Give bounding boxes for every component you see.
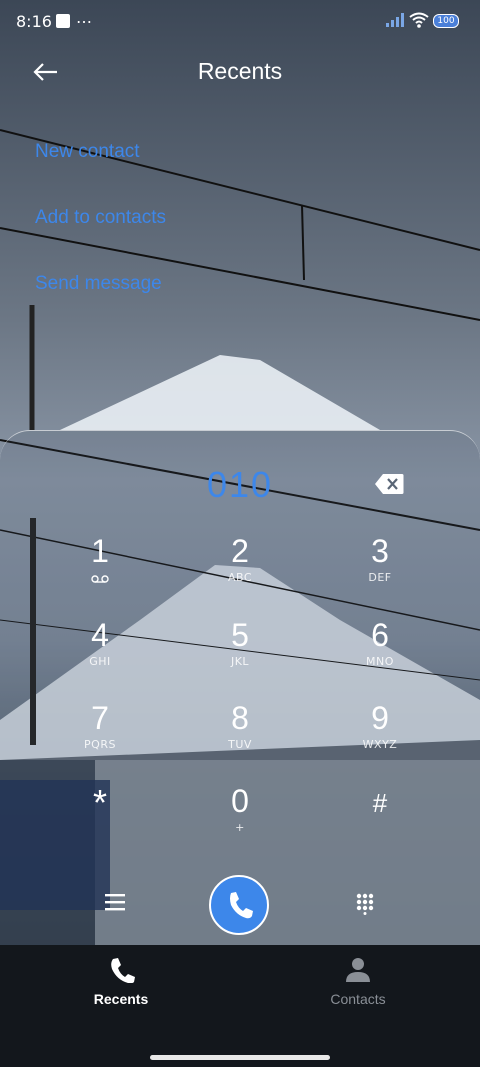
backspace-icon[interactable]	[374, 473, 404, 495]
key-letters: ABC	[227, 571, 253, 584]
key-digit: 3	[371, 533, 389, 569]
send-message-link[interactable]: Send message	[35, 273, 162, 295]
dialed-number: 010	[206, 464, 274, 505]
phone-icon	[230, 892, 253, 919]
bottom-navigation: Recents Contacts	[0, 945, 480, 1067]
app-header: Recents	[0, 50, 480, 94]
page-title: Recents	[197, 58, 283, 84]
key-9[interactable]: 9 WXYZ	[340, 700, 420, 770]
key-digit: *	[92, 782, 107, 823]
key-letters: +	[235, 821, 245, 834]
status-time: 8:16	[16, 12, 52, 31]
tab-contacts[interactable]: Contacts	[298, 955, 418, 1007]
key-7[interactable]: 7 PQRS	[60, 700, 140, 770]
status-bar: 8:16 … 100	[0, 0, 480, 44]
key-digit: 6	[371, 617, 389, 653]
key-5[interactable]: 5 JKL	[200, 617, 280, 687]
signal-icon	[386, 13, 404, 27]
key-digit: 1	[91, 533, 109, 569]
more-notifications-icon: …	[76, 8, 92, 27]
key-letters: GHI	[89, 655, 111, 668]
key-digit: 7	[91, 700, 109, 736]
key-digit: 0	[231, 783, 249, 819]
key-letters: PQRS	[84, 738, 116, 751]
key-8[interactable]: 8 TUV	[200, 700, 280, 770]
call-button[interactable]	[209, 875, 269, 935]
key-digit: 2	[231, 533, 249, 569]
phone-icon	[111, 958, 135, 984]
key-digit: 5	[231, 617, 249, 653]
key-letters: JKL	[230, 655, 250, 668]
tab-contacts-label: Contacts	[330, 991, 386, 1007]
key-digit: 9	[371, 700, 389, 736]
home-indicator[interactable]	[150, 1055, 330, 1060]
key-digit: 8	[231, 700, 249, 736]
key-6[interactable]: 6 MNO	[340, 617, 420, 687]
key-letters: WXYZ	[362, 738, 398, 751]
key-letters: MNO	[366, 655, 394, 668]
key-1[interactable]: 1	[60, 533, 140, 603]
tab-recents[interactable]: Recents	[61, 955, 181, 1007]
key-4[interactable]: 4 GHI	[60, 617, 140, 687]
key-0[interactable]: 0 +	[200, 783, 280, 853]
key-letters: TUV	[228, 738, 252, 751]
key-2[interactable]: 2 ABC	[200, 533, 280, 603]
key-star[interactable]: *	[60, 785, 140, 855]
add-to-contacts-link[interactable]: Add to contacts	[35, 207, 166, 229]
key-3[interactable]: 3 DEF	[340, 533, 420, 603]
key-digit: #	[372, 788, 388, 818]
menu-icon[interactable]	[105, 893, 125, 911]
contacts-icon	[346, 958, 370, 982]
tab-recents-label: Recents	[93, 991, 149, 1007]
new-contact-link[interactable]: New contact	[35, 141, 140, 163]
key-hash[interactable]: #	[340, 785, 420, 855]
key-digit: 4	[91, 617, 109, 653]
dialpad-icon[interactable]	[356, 893, 374, 915]
dialpad-panel	[0, 430, 480, 946]
battery-icon: 100	[433, 14, 459, 28]
key-letters: DEF	[368, 571, 392, 584]
voicemail-icon	[91, 575, 109, 583]
notification-icon	[56, 14, 70, 28]
wifi-icon	[409, 12, 429, 28]
